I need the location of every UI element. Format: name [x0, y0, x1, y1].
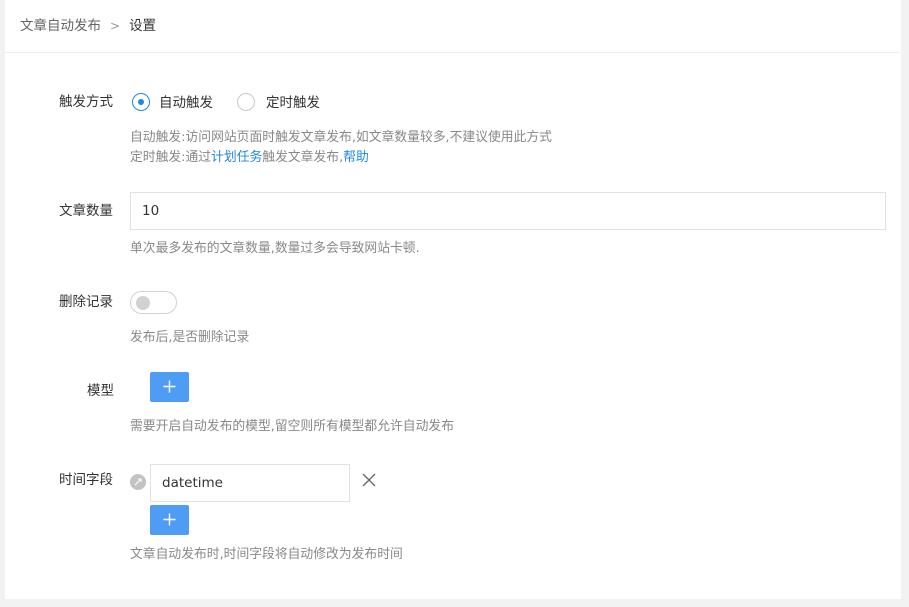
trigger-help-auto: 自动触发:访问网站页面时触发文章发布,如文章数量较多,不建议使用此方式	[130, 130, 552, 145]
time-field-help: 文章自动发布时,时间字段将自动修改为发布时间	[130, 547, 403, 562]
delete-record-toggle[interactable]	[130, 291, 177, 314]
delete-record-label: 删除记录	[59, 294, 113, 310]
add-model-button[interactable]	[150, 372, 189, 402]
trigger-help-prefix: 定时触发:通过	[130, 150, 212, 165]
add-time-field-button[interactable]	[150, 505, 189, 535]
remove-time-field-close-icon[interactable]	[361, 472, 377, 488]
settings-panel: 文章自动发布 > 设置 触发方式 自动触发 定时触发 自动触发:访问网站页面时触发文…	[5, 0, 901, 599]
help-link[interactable]: 帮助	[343, 150, 369, 165]
breadcrumb-current: 设置	[129, 18, 157, 34]
drag-handle-icon[interactable]	[130, 474, 146, 490]
radio-scheduled-trigger-label[interactable]: 定时触发	[266, 94, 320, 112]
breadcrumb-parent-link[interactable]: 文章自动发布	[20, 18, 101, 34]
trigger-mode-label: 触发方式	[59, 94, 113, 110]
plus-icon	[163, 513, 176, 526]
radio-scheduled-trigger[interactable]	[237, 93, 255, 111]
page-header: 文章自动发布 > 设置	[5, 0, 901, 53]
article-count-help: 单次最多发布的文章数量,数量过多会导致网站卡顿.	[130, 241, 420, 256]
time-field-label: 时间字段	[59, 472, 113, 488]
radio-auto-trigger[interactable]	[132, 93, 150, 111]
trigger-help-scheduled: 定时触发:通过计划任务触发文章发布,帮助	[130, 148, 369, 168]
article-count-label: 文章数量	[59, 203, 113, 219]
plus-icon	[163, 380, 176, 393]
time-field-input[interactable]: datetime	[150, 464, 350, 502]
trigger-help-mid: 触发文章发布,	[262, 150, 344, 165]
model-label: 模型	[87, 383, 114, 399]
toggle-knob	[136, 296, 150, 310]
radio-auto-trigger-label[interactable]: 自动触发	[159, 94, 213, 112]
scheduled-task-link[interactable]: 计划任务	[211, 150, 262, 165]
article-count-input[interactable]: 10	[130, 192, 886, 230]
delete-record-help: 发布后,是否删除记录	[130, 330, 250, 345]
breadcrumb: 文章自动发布 > 设置	[20, 17, 156, 35]
breadcrumb-separator: >	[110, 19, 121, 33]
model-help: 需要开启自动发布的模型,留空则所有模型都允许自动发布	[130, 419, 454, 434]
